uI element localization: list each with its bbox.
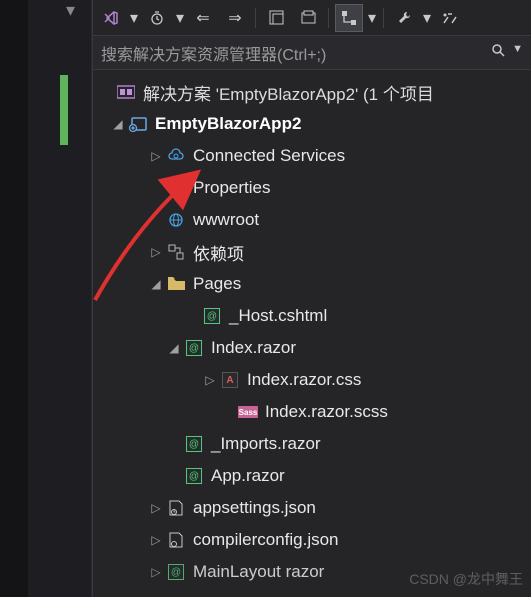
scss-icon: Sass	[237, 406, 259, 418]
compilerconfig-node[interactable]: ▷ compilerconfig.json	[93, 524, 531, 556]
json-icon	[165, 500, 187, 516]
json-icon	[165, 532, 187, 548]
tree-item-label: App.razor	[211, 466, 285, 486]
tree-item-label: Properties	[193, 178, 270, 198]
project-node[interactable]: ◢ EmptyBlazorApp2	[93, 108, 531, 140]
tree-item-label: MainLayout razor	[193, 562, 324, 582]
separator	[383, 8, 384, 28]
expander-icon[interactable]: ▷	[147, 501, 165, 515]
solution-label: 解决方案 'EmptyBlazorApp2' (1 个项目	[143, 80, 434, 105]
wrench-icon	[165, 180, 187, 196]
search-icon[interactable]	[491, 43, 506, 62]
collapse-icon[interactable]	[262, 4, 290, 32]
tree-item-label: Index.razor	[211, 338, 296, 358]
tree-item-label: _Imports.razor	[211, 434, 321, 454]
dropdown-icon[interactable]: ▾	[129, 4, 139, 32]
solution-icon	[115, 84, 137, 100]
project-label: EmptyBlazorApp2	[155, 114, 301, 134]
globe-icon	[165, 212, 187, 228]
pages-folder-node[interactable]: ◢ Pages	[93, 268, 531, 300]
change-marker	[60, 75, 68, 145]
solution-node[interactable]: ▷ 解决方案 'EmptyBlazorApp2' (1 个项目	[93, 76, 531, 108]
expander-icon[interactable]: ◢	[165, 341, 183, 355]
razor-icon: @	[183, 468, 205, 484]
gutter-strip	[0, 0, 28, 597]
expander-icon[interactable]: ◢	[147, 277, 165, 291]
expander-icon[interactable]: ▷	[147, 149, 165, 163]
toolbar: ▾ ▾ ⇐ ⇒ ▾ ▾	[93, 0, 531, 36]
tree-item-label: Index.razor.css	[247, 370, 361, 390]
search-bar[interactable]: 搜索解决方案资源管理器(Ctrl+;) ▼	[93, 36, 531, 70]
forward-icon[interactable]: ⇒	[221, 4, 249, 32]
expander-icon[interactable]: ▷	[147, 533, 165, 547]
razor-icon: @	[183, 436, 205, 452]
expander-icon[interactable]: ▷	[201, 373, 219, 387]
tree-item-label: wwwroot	[193, 210, 259, 230]
vs-logo-icon[interactable]	[97, 4, 125, 32]
css-icon: A	[219, 372, 241, 388]
dependencies-node[interactable]: ▷ 依赖项	[93, 236, 531, 268]
tree-item-label: Index.razor.scss	[265, 402, 388, 422]
expander-icon[interactable]: ▷	[147, 245, 165, 259]
index-file-node[interactable]: ◢ @ Index.razor	[93, 332, 531, 364]
collapse-arrow-icon: ▾	[66, 0, 75, 21]
appsettings-node[interactable]: ▷ appsettings.json	[93, 492, 531, 524]
host-file-node[interactable]: ▷ @ _Host.cshtml	[93, 300, 531, 332]
index-scss-node[interactable]: ▷ Sass Index.razor.scss	[93, 396, 531, 428]
dropdown-icon[interactable]: ▾	[175, 4, 185, 32]
cloud-icon	[165, 148, 187, 164]
tree-item-label: _Host.cshtml	[229, 306, 327, 326]
expander-icon[interactable]: ▷	[147, 565, 165, 579]
dropdown-icon[interactable]: ▼	[512, 43, 523, 62]
project-icon	[127, 116, 149, 132]
solution-tree: ▷ 解决方案 'EmptyBlazorApp2' (1 个项目 ◢ EmptyB…	[93, 70, 531, 588]
dependencies-icon	[165, 244, 187, 260]
dropdown-icon[interactable]: ▾	[367, 4, 377, 32]
app-file-node[interactable]: ▷ @ App.razor	[93, 460, 531, 492]
tree-item-label: 依赖项	[193, 240, 244, 265]
expander-icon[interactable]: ◢	[109, 117, 127, 131]
razor-icon: @	[183, 340, 205, 356]
tree-item-label: Connected Services	[193, 146, 345, 166]
search-icons: ▼	[491, 43, 523, 62]
separator	[328, 8, 329, 28]
tree-item-label: appsettings.json	[193, 498, 316, 518]
wwwroot-node[interactable]: ▷ wwwroot	[93, 204, 531, 236]
dropdown-icon[interactable]: ▾	[422, 4, 432, 32]
folder-icon	[165, 277, 187, 291]
properties-node[interactable]: ▷ Properties	[93, 172, 531, 204]
back-icon[interactable]: ⇐	[189, 4, 217, 32]
history-icon[interactable]	[143, 4, 171, 32]
advanced-icon[interactable]	[436, 4, 464, 32]
razor-icon: @	[201, 308, 223, 324]
wrench-icon[interactable]	[390, 4, 418, 32]
separator	[255, 8, 256, 28]
sync-icon[interactable]	[294, 4, 322, 32]
tree-item-label: compilerconfig.json	[193, 530, 339, 550]
connected-services-node[interactable]: ▷ Connected Services	[93, 140, 531, 172]
watermark: CSDN @龙中舞王	[409, 569, 523, 589]
razor-icon: @	[165, 564, 187, 580]
solution-explorer-panel: ▾ ▾ ⇐ ⇒ ▾ ▾ 搜索解决方案资源管理器(Ctrl+;)	[92, 0, 531, 597]
tree-item-label: Pages	[193, 274, 241, 294]
search-placeholder: 搜索解决方案资源管理器(Ctrl+;)	[101, 41, 491, 65]
tree-view-icon[interactable]	[335, 4, 363, 32]
editor-gutter: ▾	[0, 0, 92, 597]
index-css-node[interactable]: ▷ A Index.razor.css	[93, 364, 531, 396]
imports-file-node[interactable]: ▷ @ _Imports.razor	[93, 428, 531, 460]
